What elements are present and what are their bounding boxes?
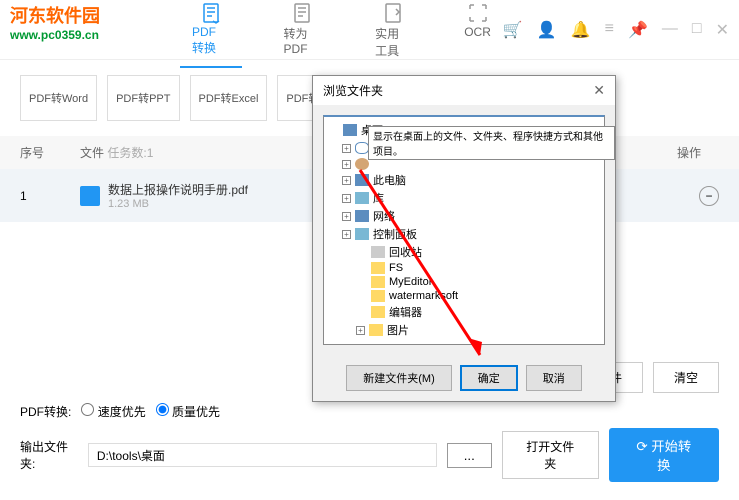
tree-item-label: FS bbox=[389, 262, 403, 274]
tree-item-label: 库 bbox=[373, 190, 384, 206]
tree-item[interactable]: watermarksoft bbox=[328, 289, 600, 303]
tree-item[interactable]: + 此电脑 bbox=[328, 171, 600, 189]
tab-pdf-convert[interactable]: PDF 转换 bbox=[180, 0, 242, 67]
tree-item-label: 此电脑 bbox=[373, 172, 406, 188]
person-icon bbox=[355, 158, 369, 170]
subtab-pdf-word[interactable]: PDF转Word bbox=[20, 75, 97, 121]
browse-folder-dialog: 浏览文件夹 ✕ 显示在桌面上的文件、文件夹、程序快捷方式和其他项目。 桌面+WP… bbox=[312, 75, 616, 402]
dialog-close-button[interactable]: ✕ bbox=[593, 82, 605, 99]
tree-item[interactable]: +库 bbox=[328, 189, 600, 207]
file-icon bbox=[80, 186, 100, 206]
tree-toggle-icon[interactable]: + bbox=[342, 212, 351, 221]
dialog-title: 浏览文件夹 bbox=[323, 82, 383, 99]
tree-item-label: 网络 bbox=[373, 208, 395, 224]
output-path-input[interactable] bbox=[88, 443, 437, 467]
cloud-icon bbox=[355, 142, 369, 154]
thumbtack-icon[interactable]: 📌 bbox=[628, 20, 648, 40]
tree-toggle-icon[interactable]: + bbox=[342, 176, 351, 185]
tooltip: 显示在桌面上的文件、文件夹、程序快捷方式和其他项目。 bbox=[368, 126, 605, 160]
file-size: 1.23 MB bbox=[108, 198, 248, 210]
start-convert-button[interactable]: ⟳ 开始转换 bbox=[609, 428, 719, 482]
brand-title: 河东软件园 bbox=[10, 2, 100, 28]
folder-icon bbox=[369, 324, 383, 336]
output-label: 输出文件夹: bbox=[20, 438, 78, 472]
pc-icon bbox=[355, 174, 369, 186]
tree-item-label: watermarksoft bbox=[389, 290, 458, 302]
tree-toggle-icon[interactable]: + bbox=[342, 230, 351, 239]
col-header-file: 文件 bbox=[80, 146, 104, 160]
folder-tree[interactable]: 显示在桌面上的文件、文件夹、程序快捷方式和其他项目。 桌面+WPS网盘++此电脑… bbox=[323, 115, 605, 345]
tree-item[interactable]: + 网络 bbox=[328, 207, 600, 225]
desktop-icon bbox=[343, 124, 357, 136]
cp-icon bbox=[355, 228, 369, 240]
file-seq: 1 bbox=[20, 189, 80, 203]
close-icon[interactable]: ✕ bbox=[716, 20, 729, 40]
tree-item[interactable]: + 控制面板 bbox=[328, 225, 600, 243]
folder-icon bbox=[371, 262, 385, 274]
remove-button[interactable]: − bbox=[699, 186, 719, 206]
tree-item[interactable]: 回收站 bbox=[328, 243, 600, 261]
user-icon[interactable]: 👤 bbox=[537, 20, 557, 40]
tree-item-label: MyEditor bbox=[389, 276, 432, 288]
tools-icon bbox=[381, 1, 405, 25]
col-header-op: 操作 bbox=[659, 144, 719, 161]
subtab-pdf-excel[interactable]: PDF转Excel bbox=[190, 75, 268, 121]
col-header-seq: 序号 bbox=[20, 144, 80, 161]
tree-item-label: 回收站 bbox=[389, 244, 422, 260]
tree-toggle-icon[interactable]: + bbox=[342, 144, 351, 153]
bin-icon bbox=[371, 246, 385, 258]
folder-icon bbox=[371, 290, 385, 302]
brand-url: www.pc0359.cn bbox=[10, 28, 100, 42]
speed-option[interactable]: 速度优先 bbox=[81, 403, 145, 420]
document-to-pdf-icon bbox=[290, 1, 314, 25]
browse-button[interactable]: ... bbox=[447, 443, 492, 468]
tree-toggle-icon[interactable]: + bbox=[342, 194, 351, 203]
clear-button[interactable]: 清空 bbox=[653, 362, 719, 393]
subtab-pdf-ppt[interactable]: PDF转PPT bbox=[107, 75, 179, 121]
ocr-icon bbox=[466, 1, 490, 25]
net-icon bbox=[355, 210, 369, 222]
folder-icon bbox=[371, 306, 385, 318]
minimize-icon[interactable]: — bbox=[662, 20, 678, 40]
menu-icon[interactable]: ≡ bbox=[605, 20, 614, 40]
tree-item[interactable]: FS bbox=[328, 261, 600, 275]
file-name: 数据上报操作说明手册.pdf bbox=[108, 181, 248, 198]
tab-ocr[interactable]: OCR bbox=[452, 0, 503, 67]
tree-toggle-icon[interactable]: + bbox=[342, 160, 351, 169]
document-convert-icon bbox=[199, 1, 223, 25]
tab-tools[interactable]: 实用工具 bbox=[363, 0, 422, 67]
ok-button[interactable]: 确定 bbox=[460, 365, 518, 391]
folder-icon bbox=[371, 276, 385, 288]
quality-option[interactable]: 质量优先 bbox=[156, 403, 220, 420]
maximize-icon[interactable]: □ bbox=[692, 20, 702, 40]
tree-item[interactable]: MyEditor bbox=[328, 275, 600, 289]
tree-item-label: 图片 bbox=[387, 322, 409, 338]
bell-icon[interactable]: 🔔 bbox=[571, 20, 591, 40]
cart-icon[interactable]: 🛒 bbox=[503, 20, 523, 40]
tree-toggle-icon[interactable]: + bbox=[356, 326, 365, 335]
cancel-button[interactable]: 取消 bbox=[526, 365, 582, 391]
open-folder-button[interactable]: 打开文件夹 bbox=[502, 431, 599, 479]
pdf-convert-label: PDF转换: bbox=[20, 403, 71, 420]
lib-icon bbox=[355, 192, 369, 204]
tree-item-label: 编辑器 bbox=[389, 304, 422, 320]
new-folder-button[interactable]: 新建文件夹(M) bbox=[346, 365, 452, 391]
tree-item[interactable]: 编辑器 bbox=[328, 303, 600, 321]
task-count: 任务数:1 bbox=[107, 146, 153, 160]
tab-to-pdf[interactable]: 转为 PDF bbox=[272, 0, 334, 67]
tree-item[interactable]: + 图片 bbox=[328, 321, 600, 339]
tree-item-label: 控制面板 bbox=[373, 226, 417, 242]
